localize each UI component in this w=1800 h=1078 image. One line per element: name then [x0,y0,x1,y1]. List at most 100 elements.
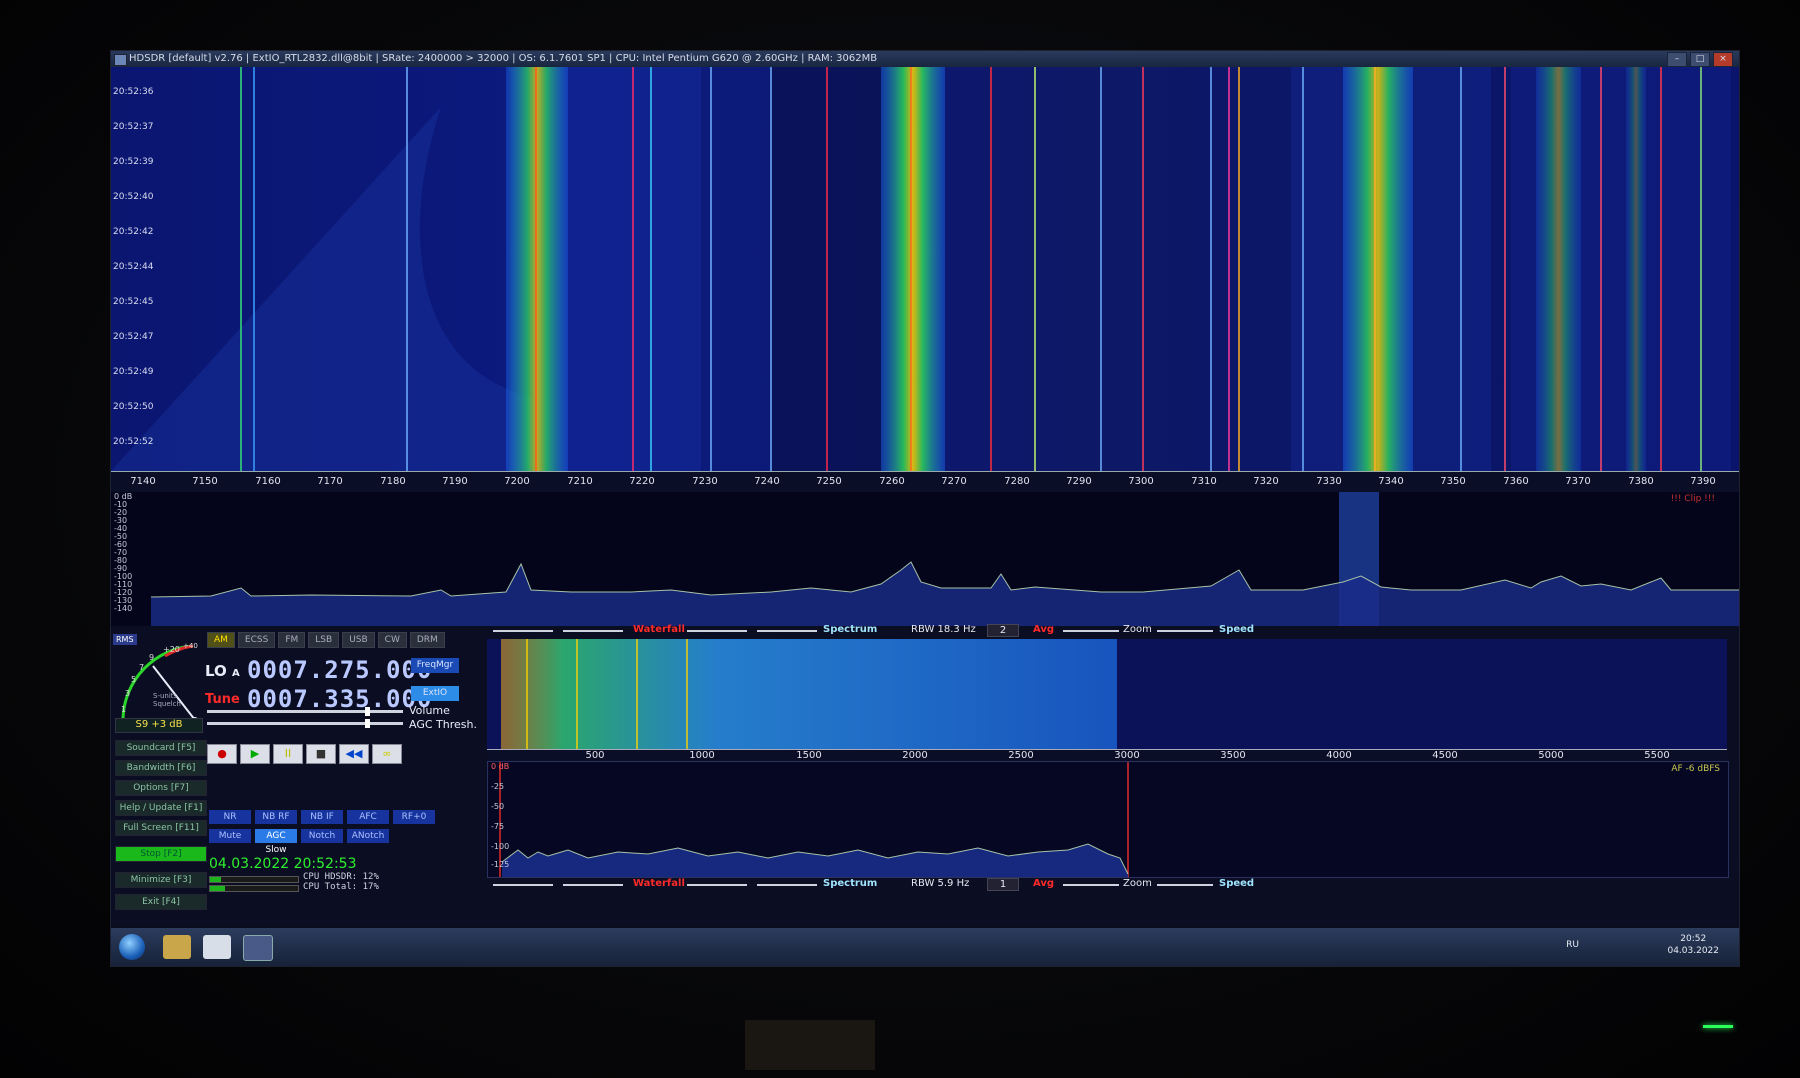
hdsdr-taskbar-icon[interactable] [243,935,273,961]
af-tick-label: 2000 [902,750,928,761]
start-button[interactable] [119,934,145,960]
maximize-window-button[interactable]: □ [1690,52,1710,67]
title-bar[interactable]: HDSDR [default] v2.76 | ExtIO_RTL2832.dl… [111,51,1739,67]
notch-button[interactable]: Notch [301,829,343,843]
agc-slow-button[interactable]: AGC Slow [255,829,297,855]
speed-label: Speed [1219,624,1255,635]
rms-button[interactable]: RMS [113,634,137,645]
freq-tick-label: 7160 [255,476,281,487]
bandwidth-button[interactable]: Bandwidth [F6] [115,760,207,776]
freq-tick-label: 7330 [1316,476,1342,487]
agc-threshold-slider[interactable] [207,719,403,728]
timestamp-label: 20:52:44 [113,262,154,272]
help-update-button[interactable]: Help / Update [F1] [115,800,207,816]
main-waterfall[interactable] [111,67,1739,471]
zoom-slider[interactable] [1063,630,1119,632]
wf-slider-1[interactable] [493,630,553,632]
mode-ecss-button[interactable]: ECSS [237,632,276,648]
agc-slider-knob[interactable] [365,719,370,728]
freq-tick-label: 7240 [754,476,780,487]
agc-threshold-label: AGC Thresh. [409,718,477,731]
stop-playback-button[interactable]: ■ [306,744,336,764]
freq-tick-label: 7290 [1066,476,1092,487]
loop-button[interactable]: ∞ [372,744,402,764]
options-button[interactable]: Options [F7] [115,780,207,796]
tray-clock[interactable]: 20:52 04.03.2022 [1667,933,1719,957]
soundcard-button[interactable]: Soundcard [F5] [115,740,207,756]
record-button[interactable]: ● [207,744,237,764]
freqmgr-button[interactable]: FreqMgr [411,658,459,673]
af-db-label: -125 [491,860,510,869]
wf-slider-2[interactable] [563,630,623,632]
transport-controls: ● ▶ II ■ ◀◀ ∞ [207,744,402,764]
mode-usb-button[interactable]: USB [342,632,375,648]
frequency-axis[interactable]: 7140 7150 7160 7170 7180 7190 7200 7210 … [111,471,1739,492]
af-spectrum[interactable]: 0 dB -25 -50 -75 -100 -125 AF -6 dBFS [487,761,1729,878]
squelch-label: Squelch [153,700,181,708]
wf2-slider-2[interactable] [563,884,623,886]
rbw-label[interactable]: RBW 18.3 Hz [911,624,976,635]
af-tick-label: 3500 [1220,750,1246,761]
avg-label: Avg [1033,624,1055,635]
timestamp-label: 20:52:36 [113,87,154,97]
sp-slider-2[interactable] [757,630,817,632]
mode-lsb-button[interactable]: LSB [308,632,340,648]
waterfall-time-axis: 20:52:36 20:52:37 20:52:39 20:52:40 20:5… [111,67,157,471]
s-scale-label: 3 [125,689,130,698]
anotch-button[interactable]: ANotch [347,829,389,843]
zoom-slider-2[interactable] [1063,884,1119,886]
tune-frequency-display[interactable]: 0007.335.000 [247,685,432,713]
af-tick-label: 1500 [796,750,822,761]
avg-select[interactable]: 2 [987,624,1019,637]
rewind-button[interactable]: ◀◀ [339,744,369,764]
full-screen-button[interactable]: Full Screen [F11] [115,820,207,836]
wf2-slider-1[interactable] [493,884,553,886]
volume-slider-knob[interactable] [365,707,370,716]
document-icon[interactable] [203,935,231,959]
window-title: HDSDR [default] v2.76 | ExtIO_RTL2832.dl… [129,53,878,64]
rf-gain-button[interactable]: RF+0 [393,810,435,824]
nb-rf-button[interactable]: NB RF [255,810,297,824]
nr-button[interactable]: NR [209,810,251,824]
lo-frequency-display[interactable]: 0007.275.000 [247,656,432,684]
af-waterfall[interactable] [487,639,1727,749]
sp-slider-1[interactable] [687,630,747,632]
spectrum-label-2: Spectrum [823,878,878,889]
nb-if-button[interactable]: NB IF [301,810,343,824]
mode-cw-button[interactable]: CW [377,632,407,648]
minimize-window-button[interactable]: – [1667,52,1687,67]
sp2-slider-2[interactable] [757,884,817,886]
afc-button[interactable]: AFC [347,810,389,824]
s-scale-label: 7 [139,663,144,672]
rbw-label-2[interactable]: RBW 5.9 Hz [911,878,969,889]
s-scale-label: 1 [121,705,126,714]
main-spectrum[interactable]: 0 dB -10 -20 -30 -40 -50 -60 -70 -80 -90… [111,492,1739,626]
extio-button[interactable]: ExtIO [411,686,459,701]
speed-slider-2[interactable] [1157,884,1213,886]
mode-am-button[interactable]: AM [207,632,235,648]
play-button[interactable]: ▶ [240,744,270,764]
mode-fm-button[interactable]: FM [278,632,306,648]
volume-slider[interactable] [207,707,403,716]
freq-tick-label: 7210 [567,476,593,487]
mute-button[interactable]: Mute [209,829,251,843]
date-time-display: 04.03.2022 20:52:53 [209,856,357,872]
sp2-slider-1[interactable] [687,884,747,886]
stop-button[interactable]: Stop [F2] [115,846,207,862]
folder-icon[interactable] [163,935,191,959]
close-window-button[interactable]: × [1713,52,1733,67]
minimize-button[interactable]: Minimize [F3] [115,872,207,888]
avg-select-2[interactable]: 1 [987,878,1019,891]
clip-indicator: !!! Clip !!! [1670,494,1715,504]
freq-tick-label: 7190 [442,476,468,487]
pause-button[interactable]: II [273,744,303,764]
cpu-total-label: CPU Total: 17% [303,882,379,892]
timestamp-label: 20:52:47 [113,332,154,342]
exit-button[interactable]: Exit [F4] [115,894,207,910]
mode-drm-button[interactable]: DRM [409,632,445,648]
s-meter: 1 3 5 7 9 +20 +40 S-units Squelch [113,636,209,726]
speed-slider[interactable] [1157,630,1213,632]
waterfall-canvas [111,67,1739,471]
language-indicator[interactable]: RU [1566,940,1579,950]
cpu-hdsdr-bar [209,876,299,883]
